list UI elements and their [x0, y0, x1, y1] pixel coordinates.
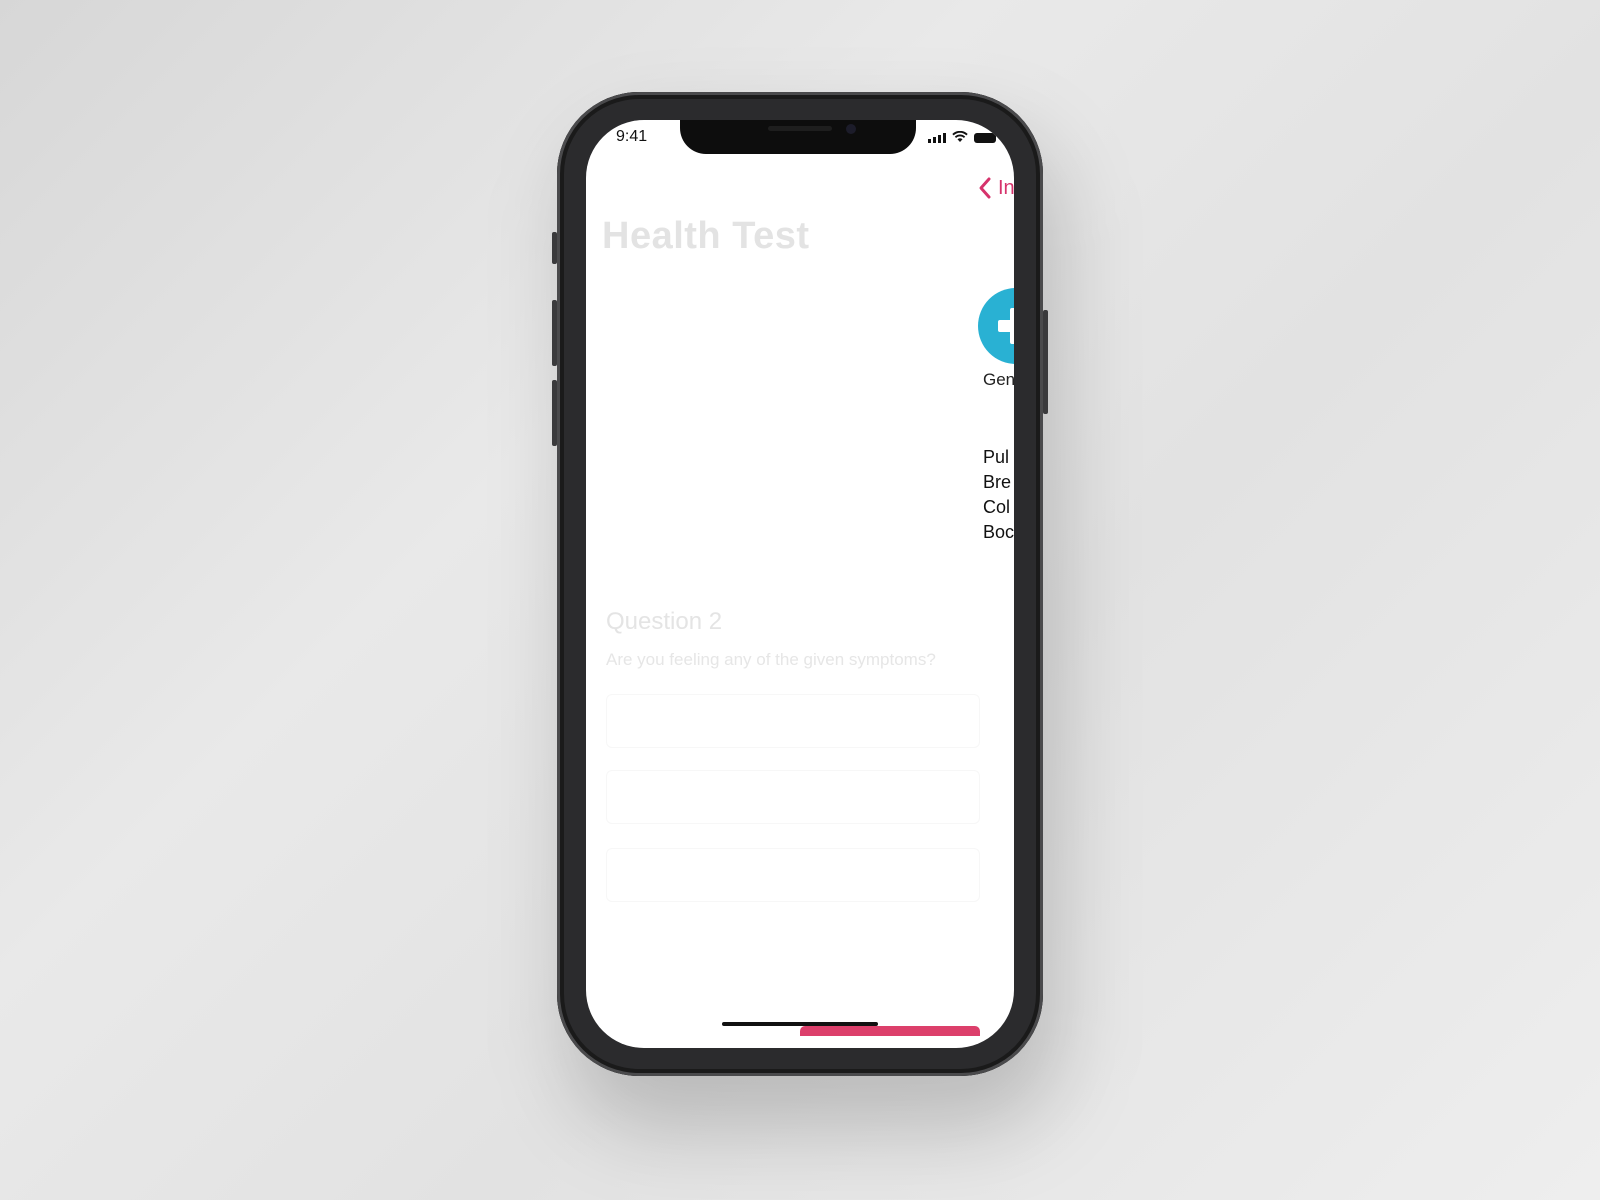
symptom-item[interactable]: Boc: [983, 520, 1014, 545]
battery-icon: [974, 133, 996, 143]
answer-option[interactable]: [606, 770, 980, 824]
volume-up-button: [552, 300, 557, 366]
back-button[interactable]: In: [978, 176, 1014, 200]
front-camera: [846, 124, 856, 134]
power-button: [1043, 310, 1048, 414]
status-icons: [928, 131, 996, 143]
symptom-item[interactable]: Col: [983, 495, 1014, 520]
volume-down-button: [552, 380, 557, 446]
chevron-left-icon: [979, 177, 991, 199]
phone-screen: 9:41 In Health Test Gen Pul Bre Col Boc …: [586, 120, 1014, 1048]
signal-icon: [928, 133, 946, 143]
symptom-item[interactable]: Pul: [983, 445, 1014, 470]
status-time: 9:41: [616, 128, 648, 145]
category-label: Gen: [983, 370, 1014, 389]
wifi-icon: [952, 131, 968, 142]
answer-option[interactable]: [606, 848, 980, 902]
back-label: In: [998, 176, 1014, 199]
add-category-button[interactable]: [978, 288, 1014, 364]
faded-placeholder-text: [608, 425, 612, 443]
page-title: Health Test: [602, 215, 810, 257]
symptom-item[interactable]: Bre: [983, 470, 1014, 495]
home-indicator[interactable]: [722, 1022, 878, 1026]
question-title: Question 2: [606, 608, 723, 635]
plus-icon-stem: [1010, 308, 1014, 344]
mute-switch: [552, 232, 557, 264]
progress-bar: [800, 1026, 980, 1036]
speaker-grille: [768, 126, 832, 131]
answer-option[interactable]: [606, 694, 980, 748]
question-text: Are you feeling any of the given symptom…: [606, 650, 936, 669]
symptom-list: Pul Bre Col Boc: [983, 445, 1014, 545]
notch: [680, 120, 916, 154]
